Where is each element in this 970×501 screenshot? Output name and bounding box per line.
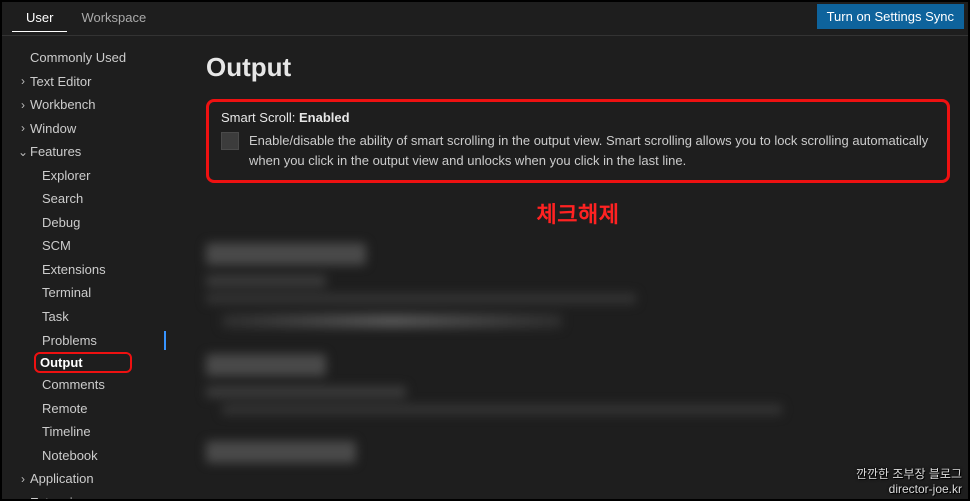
sidebar-item-terminal[interactable]: Terminal: [12, 281, 172, 305]
chevron-down-icon: ⌄: [16, 144, 30, 160]
smart-scroll-checkbox[interactable]: [221, 132, 239, 150]
sidebar-item-debug[interactable]: Debug: [12, 211, 172, 235]
sidebar-item-scm[interactable]: SCM: [12, 234, 172, 258]
chevron-right-icon: ›: [16, 97, 30, 113]
chevron-right-icon: ›: [16, 495, 30, 499]
sidebar-item-output[interactable]: Output: [34, 352, 132, 373]
settings-scope-tabs: User Workspace: [2, 2, 160, 32]
setting-body: Enable/disable the ability of smart scro…: [221, 131, 935, 170]
setting-title: Smart Scroll: Enabled: [221, 110, 935, 125]
tab-user[interactable]: User: [12, 2, 67, 32]
sidebar-item-explorer[interactable]: Explorer: [12, 164, 172, 188]
settings-toc: Commonly Used ›Text Editor ›Workbench ›W…: [2, 36, 172, 499]
modified-indicator-icon: [164, 331, 166, 351]
tab-workspace-label: Workspace: [81, 10, 146, 25]
sidebar-item-text-editor[interactable]: ›Text Editor: [12, 70, 172, 94]
sidebar-item-extensions-feat[interactable]: Extensions: [12, 258, 172, 282]
watermark: 깐깐한 조부장 블로그 director-joe.kr: [856, 467, 962, 497]
settings-sync-button[interactable]: Turn on Settings Sync: [817, 4, 964, 29]
sidebar-item-remote[interactable]: Remote: [12, 397, 172, 421]
annotation-uncheck: 체크해제: [206, 197, 950, 229]
tab-workspace[interactable]: Workspace: [67, 2, 160, 32]
settings-header: User Workspace Turn on Settings Sync: [2, 2, 968, 36]
sidebar-item-notebook[interactable]: Notebook: [12, 444, 172, 468]
setting-smart-scroll: Smart Scroll: Enabled Enable/disable the…: [206, 99, 950, 183]
sidebar-item-comments[interactable]: Comments: [12, 373, 172, 397]
setting-description: Enable/disable the ability of smart scro…: [249, 131, 935, 170]
sidebar-item-problems[interactable]: Problems: [12, 329, 172, 353]
sidebar-item-application[interactable]: ›Application: [12, 467, 172, 491]
sidebar-item-timeline[interactable]: Timeline: [12, 420, 172, 444]
chevron-right-icon: ›: [16, 120, 30, 136]
sidebar-item-commonly-used[interactable]: Commonly Used: [12, 46, 172, 70]
settings-main: Commonly Used ›Text Editor ›Workbench ›W…: [2, 36, 968, 499]
sidebar-item-window[interactable]: ›Window: [12, 117, 172, 141]
tab-user-label: User: [26, 10, 53, 25]
sidebar-item-extensions[interactable]: ›Extensions: [12, 491, 172, 499]
sidebar-item-features[interactable]: ⌄Features: [12, 140, 172, 164]
chevron-right-icon: ›: [16, 471, 30, 487]
sidebar-item-search[interactable]: Search: [12, 187, 172, 211]
sidebar-item-workbench[interactable]: ›Workbench: [12, 93, 172, 117]
section-title: Output: [206, 52, 950, 83]
sidebar-item-task[interactable]: Task: [12, 305, 172, 329]
chevron-right-icon: ›: [16, 73, 30, 89]
settings-content: Output Smart Scroll: Enabled Enable/disa…: [172, 36, 968, 499]
blurred-content: [206, 243, 950, 463]
